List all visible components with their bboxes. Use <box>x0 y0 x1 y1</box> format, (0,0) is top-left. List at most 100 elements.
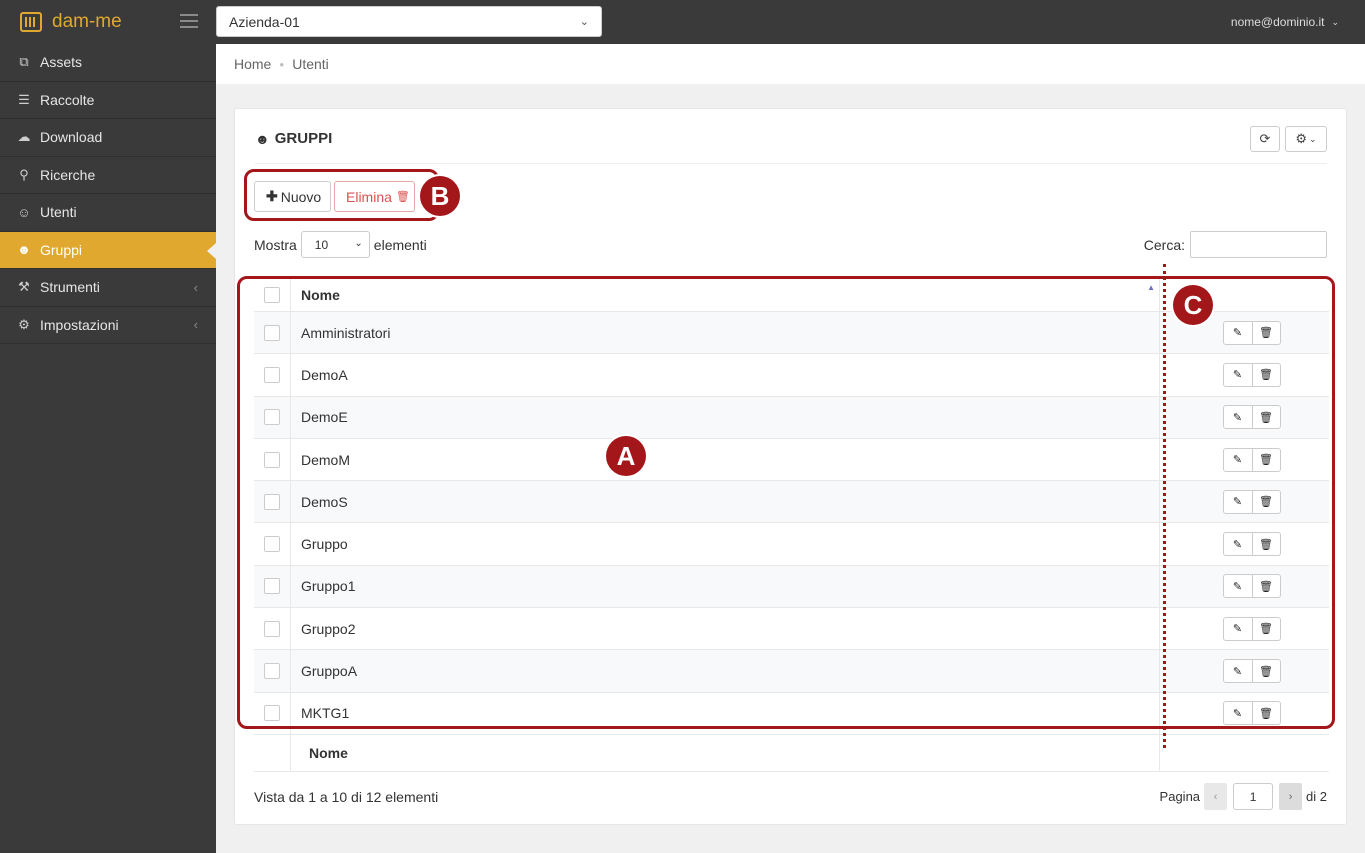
sidebar-item-assets[interactable]: ⧉ Assets <box>0 44 216 82</box>
previous-page-button[interactable]: ‹ <box>1204 783 1228 810</box>
group-name: DemoS <box>301 493 348 510</box>
page-length-control: Mostra 10 ⌄ elementi <box>254 231 427 258</box>
pagination: Pagina ‹ 1 › di 2 <box>1160 783 1327 810</box>
table-row: DemoE ✎ 🗑 <box>254 395 1329 438</box>
row-checkbox[interactable] <box>264 620 280 637</box>
edit-button[interactable]: ✎ <box>1222 320 1253 345</box>
row-delete-button[interactable]: 🗑 <box>1252 532 1281 557</box>
edit-button[interactable]: ✎ <box>1222 362 1253 387</box>
page-number-input[interactable]: 1 <box>1233 783 1274 810</box>
group-name: Amministratori <box>301 324 391 341</box>
trash-icon: 🗑 <box>1259 327 1273 340</box>
trash-icon: 🗑 <box>1259 454 1273 467</box>
row-delete-button[interactable]: 🗑 <box>1252 701 1281 726</box>
table-row: MKTG1 ✎ 🗑 <box>254 691 1329 734</box>
sidebar-item-strumenti[interactable]: ⚒ Strumenti ‹ <box>0 269 216 307</box>
refresh-button[interactable]: ⟳ <box>1250 126 1280 152</box>
edit-button[interactable]: ✎ <box>1222 489 1253 514</box>
groups-table: Nome ▲ Amministratori ✎ 🗑 DemoA ✎ 🗑 Demo… <box>254 279 1329 772</box>
sidebar-item-label: Utenti <box>40 204 77 221</box>
row-delete-button[interactable]: 🗑 <box>1252 616 1281 641</box>
edit-icon: ✎ <box>1232 454 1243 467</box>
sidebar-item-ricerche[interactable]: ⚲ Ricerche <box>0 157 216 194</box>
edit-button[interactable]: ✎ <box>1222 616 1253 641</box>
sidebar-item-gruppi[interactable]: ☻ Gruppi <box>0 231 216 269</box>
app-logo[interactable]: dam-me <box>20 0 122 44</box>
group-name: Gruppo <box>301 536 348 553</box>
select-all-checkbox[interactable] <box>264 287 280 303</box>
edit-icon: ✎ <box>1232 580 1243 593</box>
sidebar-item-label: Impostazioni <box>40 316 119 333</box>
edit-button[interactable]: ✎ <box>1222 574 1253 599</box>
search-input[interactable] <box>1190 231 1327 258</box>
sidebar-item-label: Gruppi <box>40 241 83 258</box>
edit-button[interactable]: ✎ <box>1222 659 1253 684</box>
chevron-left-icon: ‹ <box>193 317 198 333</box>
sidebar-item-impostazioni[interactable]: ⚙ Impostazioni ‹ <box>0 307 216 344</box>
edit-button[interactable]: ✎ <box>1222 701 1253 726</box>
table-row: GruppoA ✎ 🗑 <box>254 649 1329 692</box>
breadcrumb-home[interactable]: Home <box>234 56 271 72</box>
sidebar-item-raccolte[interactable]: ☰ Raccolte <box>0 82 216 119</box>
edit-button[interactable]: ✎ <box>1222 447 1253 472</box>
sidebar-item-label: Assets <box>40 54 83 71</box>
sidebar-item-label: Download <box>40 129 103 146</box>
hamburger-menu-icon[interactable] <box>180 14 198 28</box>
annotation-badge-a: A <box>606 436 646 476</box>
annotation-badge-c: C <box>1173 285 1213 325</box>
sidebar-item-label: Strumenti <box>40 279 100 296</box>
table-row: DemoM ✎ 🗑 <box>254 437 1329 481</box>
trash-icon: 🗑 <box>395 191 410 203</box>
new-button[interactable]: ✚ Nuovo <box>254 181 331 212</box>
page-length-select[interactable]: 10 ⌄ <box>300 231 370 258</box>
row-checkbox[interactable] <box>264 536 280 553</box>
page-number-value: 1 <box>1249 789 1257 804</box>
settings-dropdown-button[interactable]: ⚙ ⌄ <box>1285 126 1327 152</box>
row-delete-button[interactable]: 🗑 <box>1252 405 1281 430</box>
group-name: Gruppo1 <box>301 578 356 595</box>
row-delete-button[interactable]: 🗑 <box>1252 489 1281 514</box>
column-header-name[interactable]: Nome ▲ <box>291 279 1160 311</box>
row-delete-button[interactable]: 🗑 <box>1252 447 1281 472</box>
row-checkbox[interactable] <box>264 366 280 383</box>
top-bar: dam-me Azienda-01 ⌄ nome@dominio.it ⌄ <box>0 0 1365 44</box>
cloud-download-icon: ☁ <box>17 129 31 145</box>
edit-icon: ✎ <box>1232 327 1243 340</box>
row-checkbox[interactable] <box>264 663 280 680</box>
breadcrumb-separator-icon: ● <box>279 59 285 69</box>
row-checkbox[interactable] <box>264 409 280 426</box>
next-page-button[interactable]: › <box>1279 783 1303 810</box>
breadcrumb: Home ● Utenti <box>216 44 1365 84</box>
search-label: Cerca: <box>1143 236 1185 253</box>
edit-icon: ✎ <box>1232 369 1243 382</box>
sidebar-item-utenti[interactable]: ☺ Utenti <box>0 194 216 232</box>
sidebar-item-download[interactable]: ☁ Download <box>0 119 216 157</box>
row-checkbox[interactable] <box>264 493 280 510</box>
row-delete-button[interactable]: 🗑 <box>1252 659 1281 684</box>
user-icon: ☺ <box>17 204 31 220</box>
pagination-label: Pagina <box>1159 789 1201 804</box>
edit-icon: ✎ <box>1232 538 1243 551</box>
row-delete-button[interactable]: 🗑 <box>1252 320 1281 345</box>
plus-icon: ✚ <box>266 188 278 204</box>
row-delete-button[interactable]: 🗑 <box>1252 362 1281 387</box>
user-email: nome@dominio.it <box>1230 15 1325 29</box>
row-delete-button[interactable]: 🗑 <box>1252 574 1281 599</box>
user-menu[interactable]: nome@dominio.it ⌄ <box>1231 0 1339 44</box>
row-checkbox[interactable] <box>264 451 280 468</box>
refresh-icon: ⟳ <box>1259 131 1271 146</box>
row-checkbox[interactable] <box>264 578 280 595</box>
annotation-badge-b: B <box>420 176 460 216</box>
delete-button[interactable]: Elimina 🗑 <box>334 181 415 212</box>
table-row: Gruppo2 ✎ 🗑 <box>254 607 1329 650</box>
edit-button[interactable]: ✎ <box>1222 405 1253 430</box>
company-select-value: Azienda-01 <box>229 13 300 30</box>
row-checkbox[interactable] <box>264 705 280 722</box>
company-select[interactable]: Azienda-01 ⌄ <box>216 6 602 37</box>
breadcrumb-current[interactable]: Utenti <box>292 56 329 72</box>
edit-button[interactable]: ✎ <box>1222 532 1253 557</box>
row-checkbox[interactable] <box>264 324 280 341</box>
trash-icon: 🗑 <box>1259 707 1273 720</box>
gears-icon: ⚙ <box>1295 131 1308 146</box>
trash-icon: 🗑 <box>1259 411 1273 424</box>
